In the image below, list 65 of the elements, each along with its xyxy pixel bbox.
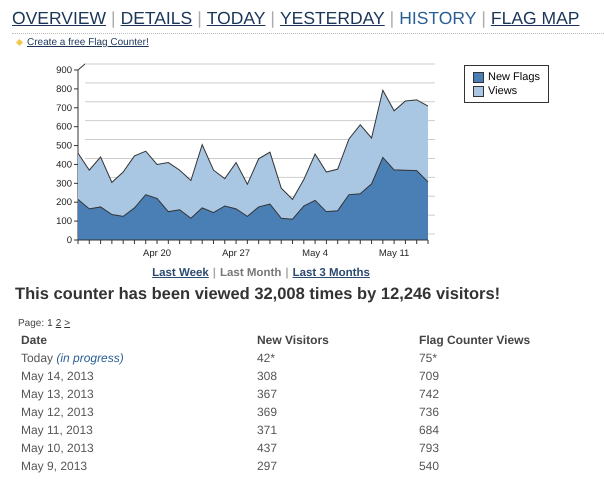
table-cell-text: 308 (257, 369, 278, 383)
date-cell: May 9, 2013 (21, 459, 88, 473)
range-separator: | (285, 267, 289, 279)
range-link[interactable]: Last Week (152, 267, 209, 279)
y-tick-label: 400 (56, 159, 72, 170)
y-tick-label: 700 (56, 102, 72, 114)
nav-tab[interactable]: YESTERDAY (280, 8, 385, 29)
date-cell: Today (21, 351, 54, 365)
table-cell-text: 736 (419, 405, 440, 419)
page-link[interactable]: 1 (47, 318, 53, 329)
column-header: New Visitors (257, 333, 330, 347)
date-cell: May 12, 2013 (21, 405, 94, 419)
x-tick-label: May 11 (378, 248, 410, 259)
promo-link[interactable]: Create a free Flag Counter! (27, 37, 149, 48)
progress-note: (in progress) (56, 351, 124, 365)
date-cell: May 13, 2013 (21, 387, 94, 401)
table-cell-text: 709 (419, 369, 440, 383)
table-cell-text: 684 (419, 423, 440, 437)
range-link[interactable]: Last Month (220, 267, 282, 279)
table-cell-text: 42* (257, 351, 276, 365)
pager-label: Page: (18, 318, 44, 329)
nav-separator: | (390, 8, 394, 29)
nav-tab[interactable]: TODAY (206, 8, 266, 29)
nav-tab[interactable]: FLAG MAP (490, 8, 580, 29)
date-cell: May 10, 2013 (21, 441, 94, 455)
y-tick-label: 0 (66, 235, 72, 246)
table-cell-text: 540 (419, 459, 440, 473)
diamond-icon (16, 39, 23, 46)
y-tick-label: 900 (56, 65, 72, 76)
nav-separator: | (481, 8, 486, 29)
table-cell-text: 437 (257, 441, 278, 455)
table-cell-text: 75* (419, 351, 438, 365)
y-tick-label: 200 (56, 197, 72, 208)
summary-heading: This counter has been viewed 32,008 times by 12,246 visitors! (15, 285, 502, 304)
y-tick-label: 600 (56, 122, 72, 133)
page-link[interactable]: 2 (56, 318, 62, 329)
table-cell-text: 297 (257, 459, 278, 473)
x-tick-label: Apr 27 (222, 248, 250, 259)
date-cell: May 11, 2013 (21, 423, 93, 437)
table-cell-text: 369 (257, 405, 278, 419)
table-cell-text: 367 (257, 387, 278, 401)
range-separator: | (212, 267, 216, 279)
nav-tab[interactable]: HISTORY (399, 8, 476, 29)
y-tick-label: 800 (56, 84, 72, 95)
nav-tab[interactable]: DETAILS (120, 8, 192, 29)
table-cell-text: 371 (257, 423, 278, 437)
date-cell: May 14, 2013 (21, 369, 94, 383)
range-link[interactable]: Last 3 Months (292, 267, 370, 279)
table-cell-text: 793 (419, 441, 440, 455)
x-tick-label: Apr 20 (143, 248, 172, 259)
y-tick-label: 100 (56, 216, 72, 228)
area-chart: 0 100 200 300 400 500 600 700 800 900 Apr 20 Apr 27 May 4 May 11 (38, 58, 458, 268)
next-page-link[interactable]: > (64, 318, 70, 329)
nav-tab[interactable]: OVERVIEW (12, 8, 106, 29)
column-header: Flag Counter Views (419, 333, 532, 347)
nav-separator: | (197, 8, 202, 29)
y-tick-label: 500 (56, 140, 72, 152)
table-cell-text: 742 (419, 387, 440, 401)
y-tick-label: 300 (56, 178, 72, 190)
nav-separator: | (111, 8, 116, 29)
legend-label: Views (488, 84, 518, 98)
nav-separator: | (270, 8, 275, 29)
x-tick-label: May 4 (302, 248, 328, 259)
column-header: Date (21, 333, 48, 347)
legend-label: New Flags (488, 70, 540, 84)
